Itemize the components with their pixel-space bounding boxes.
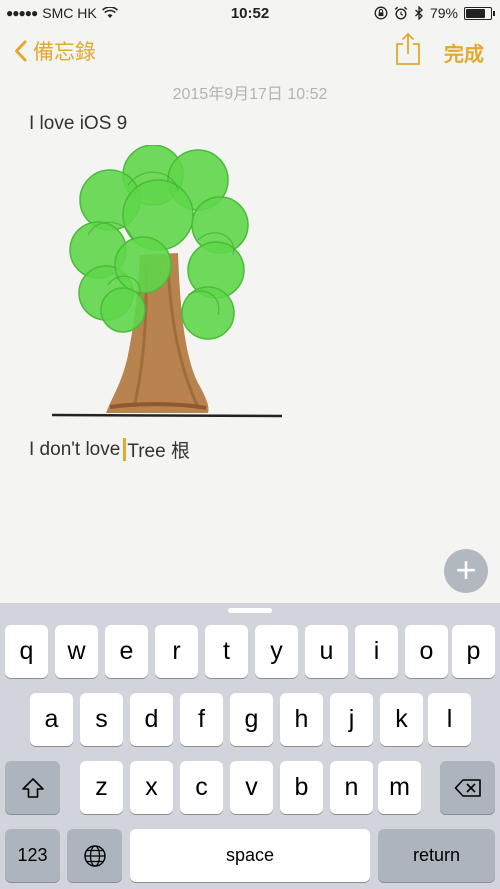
key-j[interactable]: j bbox=[330, 693, 373, 746]
key-f[interactable]: f bbox=[180, 693, 223, 746]
share-icon[interactable] bbox=[394, 32, 422, 66]
chevron-left-icon bbox=[15, 40, 27, 62]
ground-line bbox=[51, 413, 283, 418]
shift-icon bbox=[21, 777, 44, 798]
alarm-icon bbox=[394, 6, 408, 20]
battery-icon bbox=[464, 6, 495, 20]
note-text-before-caret: I don't love bbox=[29, 438, 121, 460]
numbers-key[interactable]: 123 bbox=[5, 829, 60, 882]
tree-sketch[interactable] bbox=[48, 145, 288, 425]
note-text-line-2[interactable]: I don't love Tree 根 bbox=[29, 436, 190, 463]
key-p[interactable]: p bbox=[452, 625, 495, 678]
back-button-label: 備忘錄 bbox=[33, 41, 96, 64]
navigation-bar: 備忘錄 完成 bbox=[0, 28, 500, 74]
key-t[interactable]: t bbox=[205, 625, 248, 678]
shift-key[interactable] bbox=[5, 761, 60, 814]
key-g[interactable]: g bbox=[230, 693, 273, 746]
battery-percent: 79% bbox=[429, 5, 458, 21]
keyboard: q w e r t y u i o p a s d f g h j k l z … bbox=[0, 603, 500, 889]
globe-icon bbox=[83, 844, 106, 867]
key-n[interactable]: n bbox=[330, 761, 373, 814]
key-r[interactable]: r bbox=[155, 625, 198, 678]
bluetooth-icon bbox=[415, 6, 423, 20]
key-c[interactable]: c bbox=[180, 761, 223, 814]
key-q[interactable]: q bbox=[5, 625, 48, 678]
key-z[interactable]: z bbox=[80, 761, 123, 814]
add-attachment-button[interactable]: + bbox=[444, 549, 488, 593]
keyboard-handle[interactable] bbox=[228, 608, 272, 613]
key-l[interactable]: l bbox=[428, 693, 471, 746]
key-w[interactable]: w bbox=[55, 625, 98, 678]
key-y[interactable]: y bbox=[255, 625, 298, 678]
battery-level-fill bbox=[466, 8, 485, 18]
status-right: 79% bbox=[374, 5, 495, 21]
delete-key[interactable] bbox=[440, 761, 495, 814]
note-text-line[interactable]: I love iOS 9 bbox=[29, 113, 127, 135]
key-v[interactable]: v bbox=[230, 761, 273, 814]
return-key[interactable]: return bbox=[378, 829, 495, 882]
note-text-after-caret: Tree 根 bbox=[127, 441, 190, 462]
key-b[interactable]: b bbox=[280, 761, 323, 814]
key-a[interactable]: a bbox=[30, 693, 73, 746]
key-d[interactable]: d bbox=[130, 693, 173, 746]
text-cursor bbox=[123, 438, 127, 461]
space-key[interactable]: space bbox=[130, 829, 370, 882]
orientation-lock-icon bbox=[374, 6, 388, 20]
note-date: 2015年9月17日 10:52 bbox=[172, 86, 328, 103]
key-s[interactable]: s bbox=[80, 693, 123, 746]
done-button[interactable]: 完成 bbox=[444, 38, 484, 67]
globe-key[interactable] bbox=[67, 829, 122, 882]
key-e[interactable]: e bbox=[105, 625, 148, 678]
key-u[interactable]: u bbox=[305, 625, 348, 678]
backspace-icon bbox=[454, 778, 481, 797]
key-x[interactable]: x bbox=[130, 761, 173, 814]
key-m[interactable]: m bbox=[378, 761, 421, 814]
key-o[interactable]: o bbox=[405, 625, 448, 678]
key-h[interactable]: h bbox=[280, 693, 323, 746]
key-i[interactable]: i bbox=[355, 625, 398, 678]
back-button[interactable]: 備忘錄 bbox=[14, 36, 96, 66]
status-bar: ●●●●● SMC HK 10:52 79% bbox=[0, 0, 500, 28]
key-k[interactable]: k bbox=[380, 693, 423, 746]
